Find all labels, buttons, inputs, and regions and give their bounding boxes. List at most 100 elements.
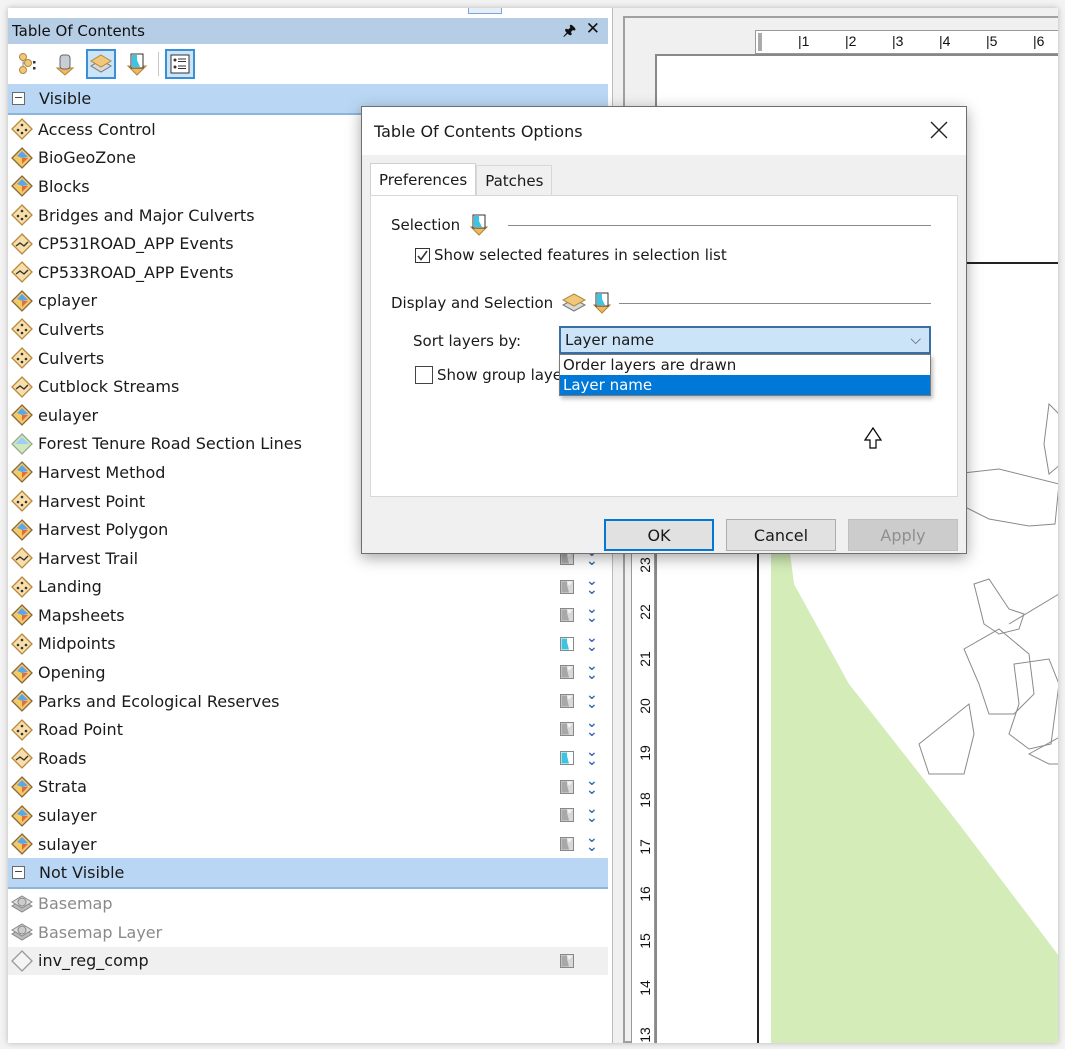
ruler-tick: 15: [637, 933, 653, 949]
chevron-double-down-icon[interactable]: ⌄⌄: [586, 602, 598, 625]
point-layer-icon: [11, 490, 33, 512]
chevron-double-down-icon[interactable]: ⌄⌄: [586, 802, 598, 825]
group-header-not-visible[interactable]: − Not Visible: [8, 858, 608, 890]
polygon-outline: [1043, 402, 1058, 475]
layer-name: sulayer: [38, 806, 97, 826]
selectable-off-icon[interactable]: [560, 779, 574, 794]
layer-row[interactable]: Opening ⌄ ⌄: [8, 658, 608, 687]
selectable-off-icon[interactable]: [560, 665, 574, 680]
selectable-off-icon[interactable]: [560, 579, 574, 594]
close-icon[interactable]: ✕: [586, 19, 600, 39]
layers-icon: [562, 293, 587, 312]
horizontal-ruler[interactable]: |1 |2 |3 |4 |5 |6: [755, 30, 1058, 54]
toc-title-bar: Table Of Contents 🖈 ✕: [8, 18, 608, 44]
show-selected-checkbox[interactable]: [415, 247, 430, 263]
polygon-layer-icon: [11, 461, 33, 484]
list-by-visibility-button[interactable]: [86, 49, 116, 79]
line-layer-icon: [11, 261, 33, 284]
layer-row[interactable]: Road Point ⌄ ⌄: [8, 715, 608, 744]
layer-row[interactable]: Parks and Ecological Reserves ⌄ ⌄: [8, 687, 608, 716]
selectable-off-icon[interactable]: [560, 722, 574, 737]
layer-name: Opening: [38, 663, 106, 683]
layer-name: Strata: [38, 777, 87, 797]
polygon-outline: [1008, 658, 1058, 750]
collapse-icon[interactable]: −: [12, 92, 25, 105]
polygon-layer-icon: [11, 776, 33, 798]
show-group-option[interactable]: Show group layers: [415, 366, 576, 384]
chevron-double-down-icon[interactable]: ⌄⌄: [586, 574, 598, 597]
collapse-icon[interactable]: −: [12, 866, 25, 880]
empty-layer-icon: [11, 950, 33, 972]
selectable-off-icon[interactable]: [560, 693, 574, 708]
layer-row[interactable]: sulayer ⌄ ⌄: [8, 801, 608, 830]
layer-name: Road Point: [38, 720, 123, 740]
group-label: Not Visible: [39, 863, 125, 883]
vertical-ruler[interactable]: 23 22 21 20 19 18 17 16 15 14 13: [631, 548, 655, 1043]
show-group-layers-checkbox[interactable]: [415, 366, 433, 384]
chevron-double-down-icon[interactable]: ⌄⌄: [586, 774, 598, 797]
chevron-double-down-icon[interactable]: ⌄⌄: [586, 688, 598, 711]
selectable-off-icon[interactable]: [560, 953, 574, 968]
database-icon: [55, 54, 75, 76]
layer-name: Access Control: [38, 119, 156, 139]
ruler-tick: |1: [798, 33, 810, 49]
layer-row[interactable]: Roads ⌄ ⌄: [8, 744, 608, 773]
chevron-double-down-icon[interactable]: ⌄⌄: [586, 631, 598, 654]
sort-layers-dropdown[interactable]: Layer name ⌵: [559, 326, 931, 354]
ruler-tick: 22: [637, 604, 653, 620]
line-layer-icon: [11, 547, 33, 570]
layer-name: Landing: [38, 577, 102, 597]
splitter-grip[interactable]: [468, 8, 502, 14]
tab-preferences[interactable]: Preferences: [370, 163, 477, 195]
layer-row[interactable]: Strata ⌄ ⌄: [8, 773, 608, 802]
preferences-panel: Selection Show selected features in sele…: [370, 195, 958, 497]
layer-row[interactable]: Basemap Layer: [8, 918, 608, 947]
layer-row[interactable]: Mapsheets ⌄ ⌄: [8, 601, 608, 630]
selection-icon: [126, 53, 148, 76]
polygon-layer-icon: [11, 690, 33, 713]
polygon-outline: [963, 628, 1035, 715]
chevron-double-down-icon[interactable]: ⌄⌄: [586, 831, 598, 854]
selectable-off-icon[interactable]: [560, 808, 574, 823]
ruler-tick: |3: [892, 33, 904, 49]
selectable-on-icon[interactable]: [560, 636, 574, 651]
ruler-tick: |4: [939, 33, 951, 49]
ruler-tick: 13: [637, 1027, 653, 1043]
selectable-on-icon[interactable]: [560, 751, 574, 766]
layer-row[interactable]: sulayer ⌄ ⌄: [8, 830, 608, 859]
chevron-double-down-icon[interactable]: ⌄⌄: [586, 745, 598, 768]
list-by-drawing-order-button[interactable]: [14, 49, 44, 79]
sort-layers-options-list: Order layers are drawn Layer name: [559, 354, 931, 396]
options-button[interactable]: [165, 49, 195, 79]
layer-row[interactable]: Landing ⌄ ⌄: [8, 573, 608, 602]
layer-row[interactable]: Basemap: [8, 889, 608, 918]
list-by-source-button[interactable]: [50, 49, 80, 79]
point-layer-icon: [11, 318, 33, 341]
layer-name: CP533ROAD_APP Events: [38, 262, 234, 282]
polygon-layer-icon: [11, 661, 33, 684]
layer-name: Basemap: [38, 894, 113, 914]
layer-row[interactable]: Midpoints ⌄ ⌄: [8, 630, 608, 659]
selectable-off-icon[interactable]: [560, 836, 574, 851]
option-order-drawn[interactable]: Order layers are drawn: [560, 355, 930, 375]
chevron-double-down-icon[interactable]: ⌄⌄: [586, 716, 598, 739]
section-divider: [619, 302, 931, 304]
raster-layer-icon: [11, 432, 33, 455]
chevron-double-down-icon[interactable]: ⌄⌄: [586, 659, 598, 682]
option-layer-name[interactable]: Layer name: [560, 375, 930, 395]
cancel-button[interactable]: Cancel: [726, 519, 836, 551]
close-icon[interactable]: [928, 119, 950, 141]
ok-button[interactable]: OK: [604, 519, 714, 551]
selectable-off-icon[interactable]: [560, 608, 574, 623]
chevron-down-icon[interactable]: ⌵: [910, 332, 921, 348]
polygon-outline: [1027, 737, 1058, 765]
apply-button[interactable]: Apply: [848, 519, 958, 551]
list-by-selection-button[interactable]: [122, 49, 152, 79]
tab-patches[interactable]: Patches: [476, 165, 553, 195]
polygon-layer-icon: [11, 518, 33, 541]
show-selected-option[interactable]: Show selected features in selection list: [415, 246, 727, 264]
layer-row[interactable]: inv_reg_comp: [8, 946, 608, 976]
pin-icon[interactable]: 🖈: [563, 20, 576, 44]
polygon-layer-icon: [11, 289, 33, 312]
toolbar-separator: [158, 52, 159, 76]
